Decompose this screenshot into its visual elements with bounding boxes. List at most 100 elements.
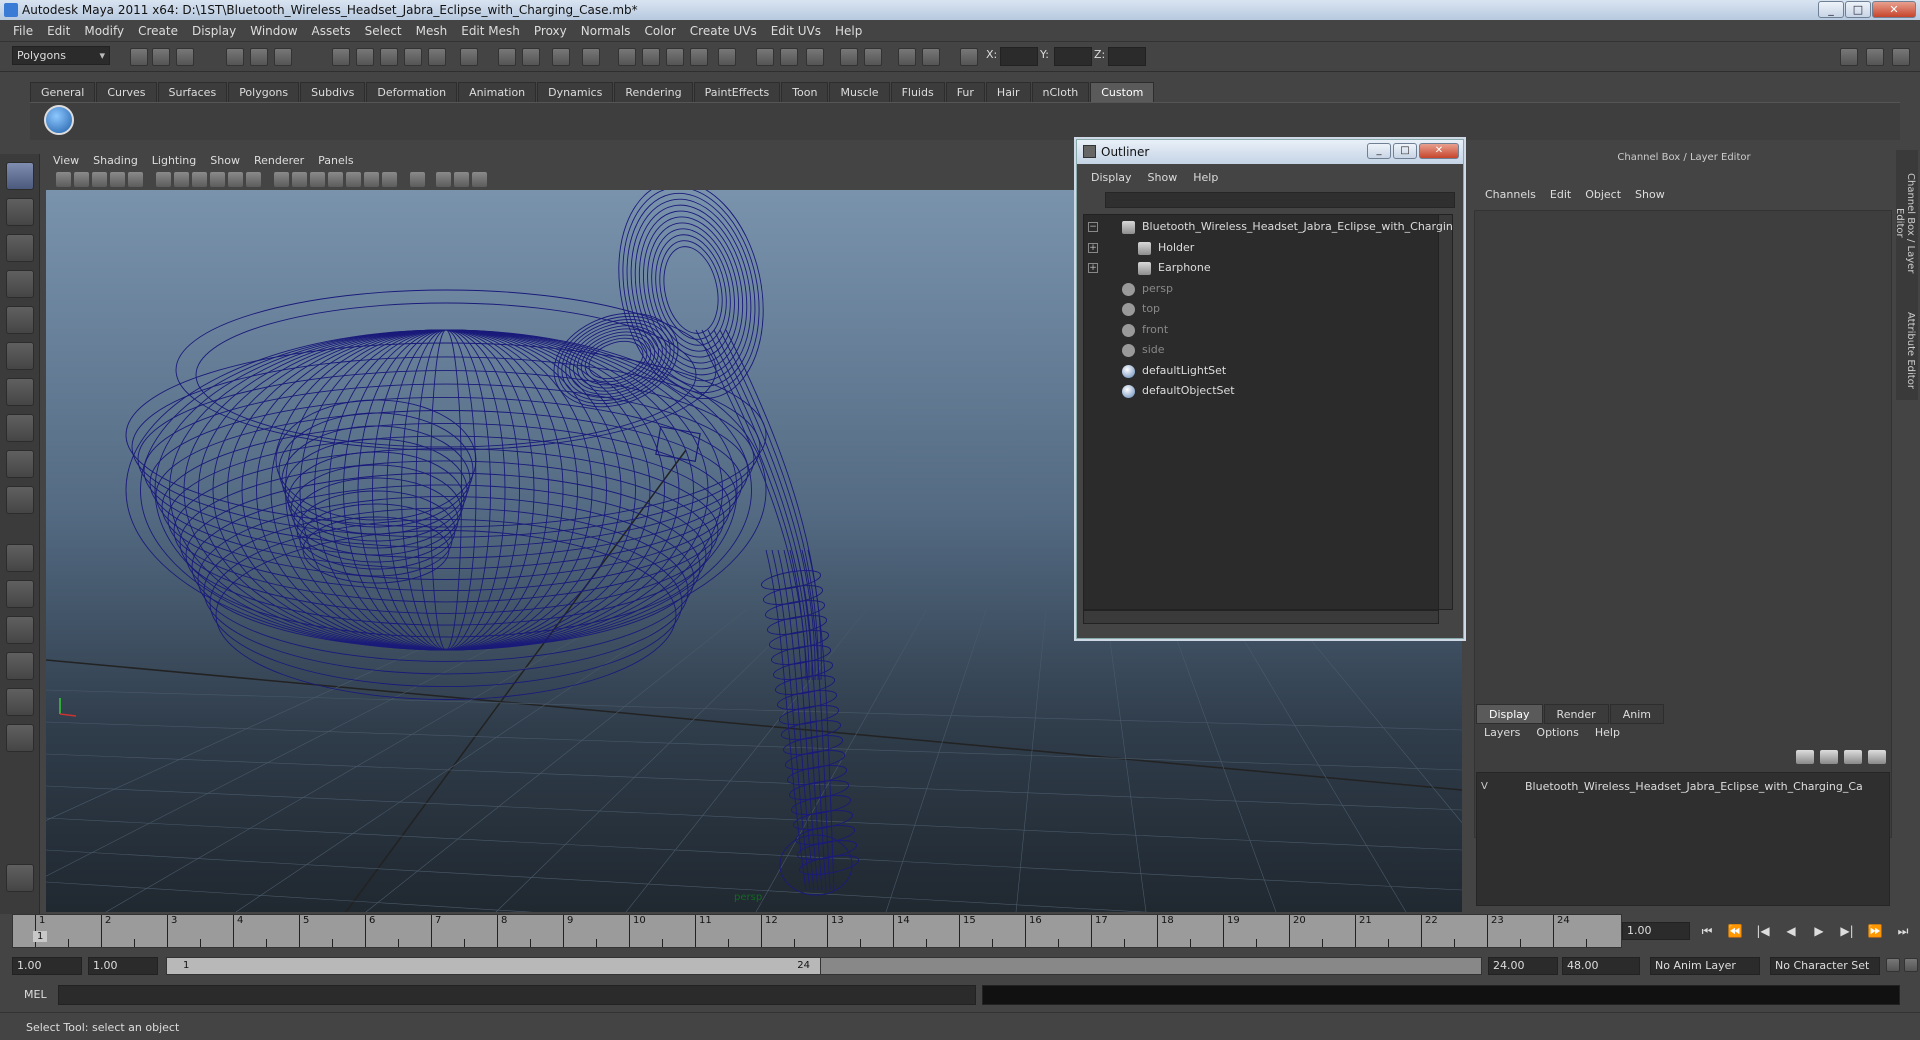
- layer-menu-help[interactable]: Help: [1587, 726, 1628, 739]
- layer-visibility-toggle[interactable]: V: [1481, 780, 1493, 794]
- attribute-icon[interactable]: [806, 48, 824, 66]
- render-settings-icon[interactable]: [666, 48, 684, 66]
- z-field[interactable]: [1108, 47, 1146, 66]
- field-chart-icon[interactable]: [228, 172, 243, 187]
- channel-menu-show[interactable]: Show: [1628, 188, 1672, 201]
- playback-start-field[interactable]: 1.00: [88, 957, 158, 975]
- save-scene-icon[interactable]: [176, 48, 194, 66]
- command-language-label[interactable]: MEL: [24, 988, 47, 1001]
- outliner-menu-show[interactable]: Show: [1140, 171, 1186, 184]
- outliner-horizontal-scrollbar[interactable]: [1083, 610, 1439, 624]
- menu-file[interactable]: File: [6, 24, 40, 38]
- snap-curve-icon[interactable]: [356, 48, 374, 66]
- go-to-start-icon[interactable]: ⏮: [1696, 922, 1718, 940]
- use-lights-icon[interactable]: [346, 172, 361, 187]
- input-ops-icon[interactable]: [498, 48, 516, 66]
- soft-mod-icon[interactable]: [6, 414, 34, 442]
- bookmark-icon[interactable]: [92, 172, 107, 187]
- outliner-row-persp[interactable]: persp: [1084, 279, 1452, 299]
- camera-view-icon[interactable]: [840, 48, 858, 66]
- move-up-layer-icon[interactable]: [1844, 750, 1862, 764]
- shelf-tab-fur[interactable]: Fur: [945, 82, 985, 102]
- menu-edit-mesh[interactable]: Edit Mesh: [454, 24, 527, 38]
- time-slider[interactable]: 1 2 3 4 5 6 7 8 9 10 11 12 13 14 15 16 17 18 19 20 21 22 23 24 1: [12, 914, 1622, 948]
- image-plane-icon[interactable]: [110, 172, 125, 187]
- shelf-tab-dynamics[interactable]: Dynamics: [537, 82, 614, 102]
- live-surface-icon[interactable]: [428, 48, 446, 66]
- maximize-button[interactable]: □: [1845, 1, 1871, 18]
- shelf-tab-subdivs[interactable]: Subdivs: [300, 82, 366, 102]
- character-set-dropdown[interactable]: No Character Set: [1770, 957, 1880, 975]
- outliner-close-button[interactable]: ✕: [1419, 143, 1459, 159]
- wire-on-shaded-icon[interactable]: [310, 172, 325, 187]
- outliner-maximize-button[interactable]: □: [1393, 143, 1417, 159]
- menu-proxy[interactable]: Proxy: [527, 24, 574, 38]
- outliner-row-earphone[interactable]: + Earphone: [1084, 258, 1452, 278]
- scale-tool-icon[interactable]: [6, 342, 34, 370]
- snap-point-icon[interactable]: [380, 48, 398, 66]
- shelf-tab-hair[interactable]: Hair: [985, 82, 1031, 102]
- isolate-select-icon[interactable]: [436, 172, 451, 187]
- magnet-icon[interactable]: [552, 48, 570, 66]
- shelf-tab-curves[interactable]: Curves: [96, 82, 157, 102]
- rotate-tool-icon[interactable]: [6, 306, 34, 334]
- select-tool-icon[interactable]: [6, 162, 34, 190]
- outliner-row-defaultlightset[interactable]: defaultLightSet: [1084, 361, 1452, 381]
- new-layer-selected-icon[interactable]: [1820, 750, 1838, 764]
- snap-plane-icon[interactable]: [404, 48, 422, 66]
- render-current-icon[interactable]: [618, 48, 636, 66]
- shelf-tab-fluids[interactable]: Fluids: [890, 82, 945, 102]
- hypershade-icon[interactable]: [690, 48, 708, 66]
- open-scene-icon[interactable]: [152, 48, 170, 66]
- snap-grid-icon[interactable]: [332, 48, 350, 66]
- expand-toggle-icon[interactable]: −: [1088, 222, 1098, 232]
- tumble-icon[interactable]: [898, 48, 916, 66]
- menu-assets[interactable]: Assets: [305, 24, 358, 38]
- anim-prefs-icon[interactable]: [1904, 958, 1918, 972]
- universal-manip-icon[interactable]: [6, 378, 34, 406]
- play-forward-icon[interactable]: ▶: [1808, 922, 1830, 940]
- command-input[interactable]: [58, 985, 976, 1005]
- lock-icon[interactable]: [582, 48, 600, 66]
- ipr-render-icon[interactable]: [642, 48, 660, 66]
- shadows-icon[interactable]: [364, 172, 379, 187]
- move-down-layer-icon[interactable]: [1868, 750, 1886, 764]
- y-field[interactable]: [1054, 47, 1092, 66]
- auto-key-icon[interactable]: [1886, 958, 1900, 972]
- outliner-row-front[interactable]: front: [1084, 320, 1452, 340]
- transform-field-icon[interactable]: [960, 48, 978, 66]
- outliner-titlebar[interactable]: Outliner _ □ ✕: [1077, 140, 1463, 164]
- smooth-shade-icon[interactable]: [292, 172, 307, 187]
- layer-tab-render[interactable]: Render: [1543, 704, 1609, 724]
- display-layer-row[interactable]: V Bluetooth_Wireless_Headset_Jabra_Eclip…: [1481, 777, 1881, 797]
- channel-menu-object[interactable]: Object: [1578, 188, 1628, 201]
- menu-help[interactable]: Help: [828, 24, 869, 38]
- layer-tab-anim[interactable]: Anim: [1609, 704, 1664, 724]
- outliner-row-bluetooth-wireless-headset-jab[interactable]: − Bluetooth_Wireless_Headset_Jabra_Eclips…: [1084, 217, 1452, 237]
- x-field[interactable]: [1000, 47, 1038, 66]
- menu-edit[interactable]: Edit: [40, 24, 77, 38]
- viewport-menu-shading[interactable]: Shading: [86, 154, 145, 167]
- render-region-icon[interactable]: [922, 48, 940, 66]
- menu-create-uvs[interactable]: Create UVs: [683, 24, 764, 38]
- end-time-field[interactable]: 48.00: [1562, 957, 1640, 975]
- select-component-icon[interactable]: [274, 48, 292, 66]
- shelf-tab-surfaces[interactable]: Surfaces: [157, 82, 228, 102]
- menu-create[interactable]: Create: [131, 24, 185, 38]
- single-pane-layout-icon[interactable]: [6, 544, 34, 572]
- show-manip-icon[interactable]: [6, 450, 34, 478]
- menu-select[interactable]: Select: [358, 24, 409, 38]
- menu-modify[interactable]: Modify: [77, 24, 131, 38]
- range-slider-handle[interactable]: 1 24: [167, 958, 821, 974]
- range-slider[interactable]: 1 24: [166, 957, 1482, 975]
- last-tool-icon[interactable]: [6, 486, 34, 514]
- move-tool-icon[interactable]: [6, 270, 34, 298]
- history-icon[interactable]: [460, 48, 478, 66]
- current-frame-field[interactable]: 1.00: [1622, 922, 1690, 940]
- custom-layout-icon[interactable]: [6, 724, 34, 752]
- outliner-menu-display[interactable]: Display: [1083, 171, 1140, 184]
- attribute-editor-side-tab[interactable]: Attribute Editor: [1898, 310, 1916, 390]
- channel-menu-channels[interactable]: Channels: [1478, 188, 1543, 201]
- gate-mask-icon[interactable]: [210, 172, 225, 187]
- viewport-menu-lighting[interactable]: Lighting: [145, 154, 203, 167]
